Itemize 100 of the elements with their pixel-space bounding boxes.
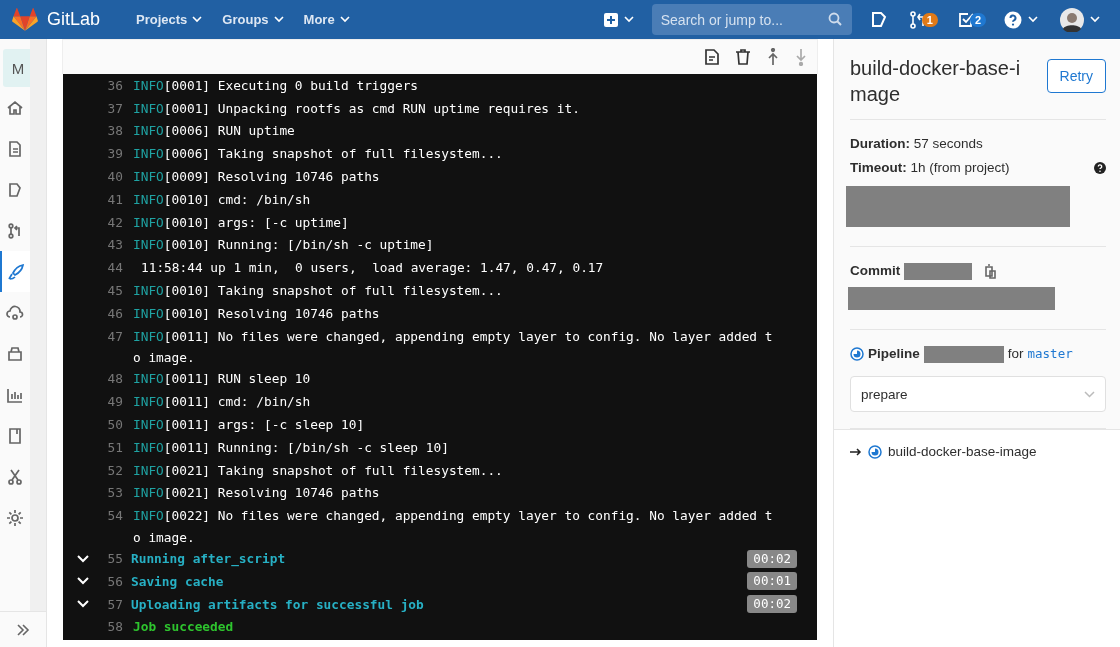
line-number: 47 — [106, 328, 123, 344]
log-line: INFO[0011] Running: [/bin/sh -c sleep 10] — [133, 439, 449, 455]
copy-icon[interactable] — [984, 263, 997, 279]
search-field[interactable]: Search or jump to... — [651, 4, 852, 35]
merge-request-icon[interactable] — [909, 10, 926, 29]
plus-icon — [603, 12, 618, 27]
line-number: 58 — [106, 619, 123, 635]
pipeline-label: Pipeline — [868, 345, 920, 363]
line-number: 49 — [106, 394, 123, 410]
section-header[interactable]: Saving cache — [131, 573, 748, 589]
log-line: INFO[0001] Unpacking rootfs as cmd RUN uptime requires it. — [133, 100, 580, 116]
line-number: 56 — [106, 573, 123, 589]
todo-check-icon[interactable] — [957, 11, 974, 28]
scissors-icon — [6, 467, 24, 486]
line-number: 50 — [106, 417, 123, 433]
section-header[interactable]: Running after_script — [131, 551, 748, 567]
log-line: INFO[0010] cmd: /bin/sh — [133, 191, 311, 207]
log-line: INFO[0011] RUN sleep 10 — [133, 371, 311, 387]
line-number: 45 — [106, 283, 123, 299]
section-header[interactable]: Uploading artifacts for successful job — [131, 596, 748, 612]
log-line: o image. — [133, 529, 195, 545]
scroll-top-icon[interactable] — [767, 48, 779, 66]
duration-text: Duration: 57 seconds — [850, 136, 983, 151]
package-icon — [6, 344, 24, 363]
job-title: build-docker-base-image — [850, 56, 1022, 107]
home-icon — [6, 98, 24, 117]
log-line: INFO[0006] RUN uptime — [133, 123, 295, 139]
line-number: 53 — [106, 485, 123, 501]
scrollbar[interactable] — [30, 39, 46, 611]
log-line: INFO[0010] args: [-c uptime] — [133, 214, 349, 230]
search-icon — [827, 12, 842, 26]
caret-icon — [339, 16, 350, 23]
log-line: INFO[0022] No files were changed, appending empty layer to config. No layer added t — [133, 508, 773, 524]
arrow-icon — [850, 446, 862, 457]
project-avatar[interactable]: M — [3, 49, 33, 87]
fox-logo-icon[interactable] — [12, 7, 38, 32]
sidebar-nav-item[interactable] — [0, 251, 30, 292]
line-number: 38 — [106, 123, 123, 139]
trash-icon[interactable] — [735, 49, 751, 65]
gear-icon — [6, 508, 24, 527]
line-number: 41 — [106, 191, 123, 207]
caret-icon — [273, 16, 284, 23]
line-number: 55 — [106, 551, 123, 567]
book-icon — [6, 426, 24, 445]
line-number: 44 — [106, 260, 123, 276]
help-icon — [1004, 10, 1022, 29]
chevron-icon[interactable] — [77, 554, 89, 563]
redacted-block — [904, 262, 973, 280]
log-line: INFO[0021] Taking snapshot of full filesystem... — [133, 462, 503, 478]
line-number: 36 — [106, 77, 123, 93]
log-line: INFO[0006] Taking snapshot of full filesystem... — [133, 146, 503, 162]
stage-dropdown[interactable]: prepare — [850, 376, 1106, 412]
caret-icon — [1084, 390, 1095, 398]
log-line: o image. — [133, 350, 195, 366]
running-status-icon — [868, 444, 882, 459]
commit-label: Commit — [850, 262, 901, 280]
branch-link[interactable]: master — [1027, 342, 1073, 366]
log-line: INFO[0011] No files were changed, appending empty layer to config. No layer added t — [133, 328, 773, 344]
cloud-icon — [6, 303, 24, 322]
log-line: 11:58:44 up 1 min, 0 users, load average: 1.47, 0.47, 0.17 — [141, 260, 604, 276]
line-number: 39 — [106, 146, 123, 162]
line-number: 54 — [106, 508, 123, 524]
caret-icon — [1090, 16, 1100, 23]
nav-menu[interactable]: Projects — [126, 12, 213, 27]
retry-button[interactable]: Retry — [1046, 59, 1106, 93]
log-line: INFO[0001] Executing 0 build triggers — [133, 77, 419, 93]
line-number: 46 — [106, 305, 123, 321]
raw-log-icon[interactable] — [705, 49, 719, 65]
double-chevron-icon — [16, 622, 30, 637]
log-line: INFO[0009] Resolving 10746 paths — [133, 169, 380, 185]
issues-icon[interactable] — [869, 10, 888, 29]
help-icon[interactable] — [1094, 162, 1106, 174]
count-badge: 2 — [969, 12, 986, 27]
line-number: 52 — [106, 462, 123, 478]
line-number: 48 — [106, 371, 123, 387]
line-number: 42 — [106, 214, 123, 230]
nav-menu[interactable]: More — [293, 12, 360, 27]
count-badge: 1 — [921, 12, 938, 27]
log-line: INFO[0011] cmd: /bin/sh — [133, 394, 311, 410]
for-text: for — [1007, 345, 1024, 363]
caret-icon — [1028, 16, 1038, 23]
line-number: 51 — [106, 439, 123, 455]
line-number: 40 — [106, 169, 123, 185]
job-list-item[interactable]: build-docker-base-image — [850, 444, 1104, 459]
log-line: INFO[0010] Resolving 10746 paths — [133, 305, 380, 321]
log-line: INFO[0010] Taking snapshot of full filesystem... — [133, 283, 503, 299]
nav-menu[interactable]: Groups — [212, 12, 294, 27]
chevron-icon[interactable] — [77, 577, 89, 586]
rocket-icon — [7, 262, 25, 281]
issues-icon — [6, 180, 24, 199]
log-line: INFO[0021] Resolving 10746 paths — [133, 485, 380, 501]
chevron-icon[interactable] — [77, 600, 89, 609]
log-line: INFO[0010] Running: [/bin/sh -c uptime] — [133, 237, 434, 253]
file-icon — [6, 139, 24, 158]
duration-badge: 00:02 — [747, 549, 797, 568]
line-number: 37 — [106, 100, 123, 116]
timeout-text: Timeout: 1h (from project) — [850, 159, 1010, 177]
caret-icon — [192, 16, 203, 23]
brand-name[interactable]: GitLab — [47, 9, 101, 30]
running-status-icon — [850, 347, 864, 361]
